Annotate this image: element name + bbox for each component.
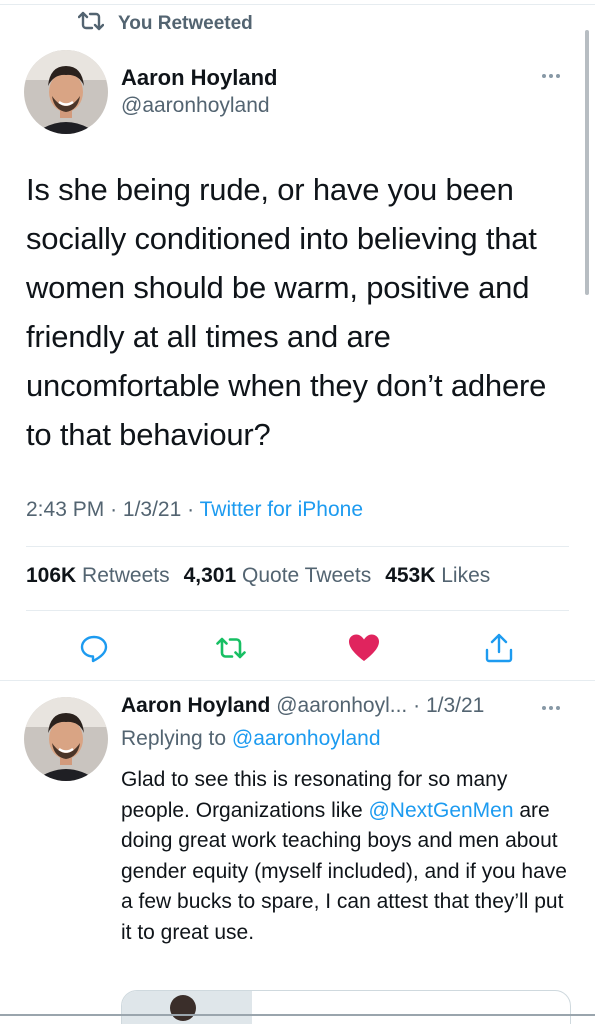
divider [26, 610, 569, 611]
share-icon[interactable] [481, 630, 517, 666]
bottom-divider [0, 1014, 595, 1016]
author-name[interactable]: Aaron Hoyland [121, 64, 277, 92]
quotes-stat[interactable]: 4,301 Quote Tweets [184, 564, 372, 588]
tweet-stats: 106K Retweets 4,301 Quote Tweets 453K Li… [26, 564, 490, 588]
author-handle[interactable]: @aaronhoyland [121, 92, 277, 120]
reply-header: Aaron Hoyland @aaronhoyl... · 1/3/21 [121, 694, 484, 718]
more-icon[interactable] [542, 74, 560, 78]
reply-separator: · [413, 694, 421, 717]
top-divider [0, 4, 595, 5]
more-icon[interactable] [542, 706, 560, 710]
divider [0, 680, 595, 681]
avatar[interactable] [24, 697, 108, 781]
tweet-source[interactable]: Twitter for iPhone [200, 498, 363, 521]
reply-author-handle[interactable]: @aaronhoyl... [276, 694, 407, 717]
meta-separator: · [110, 498, 118, 521]
retweet-banner[interactable]: You Retweeted [77, 10, 253, 37]
replying-handle[interactable]: @aaronhoyland [232, 727, 381, 750]
reply-text: Glad to see this is resonating for so ma… [121, 765, 576, 948]
quotes-label: Quote Tweets [242, 564, 372, 587]
retweet-icon[interactable] [213, 630, 249, 666]
tweet-time: 2:43 PM [26, 498, 105, 521]
like-icon[interactable] [346, 630, 382, 666]
tweet-actions [0, 630, 595, 666]
reply-author-name[interactable]: Aaron Hoyland [121, 694, 270, 717]
likes-stat[interactable]: 453K Likes [385, 564, 490, 588]
avatar[interactable] [24, 50, 108, 134]
replying-prefix: Replying to [121, 727, 227, 750]
retweet-icon [77, 10, 105, 37]
reply-icon[interactable] [76, 630, 112, 666]
retweets-label: Retweets [82, 564, 170, 587]
likes-count: 453K [385, 564, 436, 587]
tweet-text: Is she being rude, or have you been soci… [26, 172, 547, 452]
meta-separator: · [187, 498, 195, 521]
retweet-banner-label: You Retweeted [118, 12, 253, 34]
mention-link[interactable]: @NextGenMen [368, 799, 513, 822]
retweets-stat[interactable]: 106K Retweets [26, 564, 170, 588]
card-thumbnail [122, 991, 252, 1024]
scrollbar[interactable] [585, 30, 589, 295]
likes-label: Likes [441, 564, 491, 587]
tweet-author[interactable]: Aaron Hoyland @aaronhoyland [121, 64, 277, 120]
tweet-date[interactable]: 1/3/21 [123, 498, 181, 521]
tweet-meta: 2:43 PM · 1/3/21 · Twitter for iPhone [26, 498, 363, 522]
divider [26, 546, 569, 547]
quotes-count: 4,301 [183, 564, 237, 587]
replying-to: Replying to @aaronhoyland [121, 727, 381, 751]
reply-date[interactable]: 1/3/21 [426, 694, 484, 717]
link-card[interactable] [121, 990, 571, 1024]
retweets-count: 106K [26, 564, 77, 587]
